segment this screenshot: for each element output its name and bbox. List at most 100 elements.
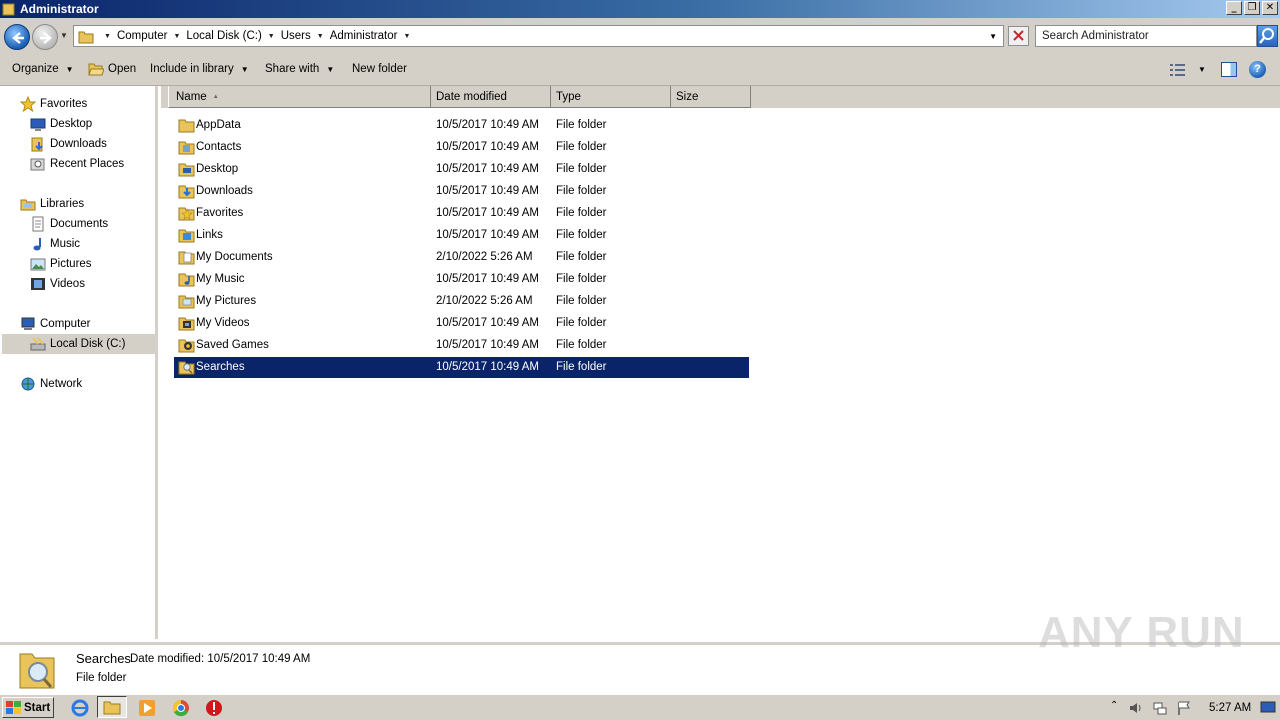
- clock[interactable]: 5:27 AM: [1209, 702, 1251, 714]
- nav-network[interactable]: Network: [20, 374, 82, 394]
- nav-downloads-label: Downloads: [50, 138, 107, 150]
- file-name: Links: [196, 229, 223, 241]
- explorer-taskbar-button[interactable]: [97, 696, 127, 718]
- nav-documents[interactable]: Documents: [30, 214, 108, 234]
- stop-sign-icon[interactable]: [204, 698, 224, 718]
- search-input[interactable]: Search Administrator: [1035, 25, 1257, 47]
- file-date-modified: 10/5/2017 10:49 AM: [436, 339, 539, 351]
- file-row[interactable]: Downloads 10/5/2017 10:49 AM File folder: [174, 181, 749, 202]
- file-row[interactable]: My Videos 10/5/2017 10:49 AM File folder: [174, 313, 749, 334]
- breadcrumb-chevron-icon[interactable]: ▼: [104, 33, 111, 40]
- watermark-logo: ANY RUN: [1038, 608, 1245, 657]
- nav-music[interactable]: Music: [30, 234, 80, 254]
- nav-videos-label: Videos: [50, 278, 85, 290]
- nav-recent-places[interactable]: Recent Places: [30, 154, 124, 174]
- nav-network-label: Network: [40, 378, 83, 390]
- file-type: File folder: [556, 295, 607, 307]
- breadcrumb-local-disk[interactable]: Local Disk (C:): [186, 30, 261, 42]
- show-hidden-icons-icon[interactable]: ⌃: [1110, 700, 1118, 711]
- file-name: My Videos: [196, 317, 250, 329]
- nav-favorites[interactable]: Favorites: [20, 94, 87, 114]
- file-row[interactable]: Saved Games 10/5/2017 10:49 AM File folder: [174, 335, 749, 356]
- file-row[interactable]: Contacts 10/5/2017 10:49 AM File folder: [174, 137, 749, 158]
- file-type: File folder: [556, 273, 607, 285]
- file-row[interactable]: My Documents 2/10/2022 5:26 AM File folder: [174, 247, 749, 268]
- nav-local-disk[interactable]: Local Disk (C:): [2, 334, 156, 354]
- folder-icon: [103, 701, 121, 715]
- breadcrumb-computer[interactable]: Computer: [117, 30, 168, 42]
- file-row[interactable]: My Pictures 2/10/2022 5:26 AM File folder: [174, 291, 749, 312]
- nav-videos[interactable]: Videos: [30, 274, 85, 294]
- volume-icon[interactable]: [1128, 700, 1144, 716]
- search-button[interactable]: [1257, 25, 1278, 47]
- nav-desktop[interactable]: Desktop: [30, 114, 92, 134]
- file-row[interactable]: Desktop 10/5/2017 10:49 AM File folder: [174, 159, 749, 180]
- share-with-button[interactable]: Share with ▼: [265, 63, 334, 75]
- address-row: ▼ ▼ Computer ▼ Local Disk (C:) ▼ Users ▼…: [0, 18, 1280, 54]
- new-folder-label: New folder: [352, 63, 407, 75]
- show-desktop-icon[interactable]: [1260, 701, 1276, 715]
- start-button[interactable]: Start: [2, 697, 54, 718]
- chevron-down-icon: ▼: [240, 64, 249, 74]
- saved-games-folder-icon: [178, 339, 195, 353]
- address-bar[interactable]: ▼ Computer ▼ Local Disk (C:) ▼ Users ▼ A…: [73, 25, 1004, 47]
- hard-drive-icon: [30, 337, 46, 351]
- breadcrumb-administrator[interactable]: Administrator: [330, 30, 398, 42]
- details-date-modified: Date modified: 10/5/2017 10:49 AM: [130, 653, 310, 665]
- file-row[interactable]: My Music 10/5/2017 10:49 AM File folder: [174, 269, 749, 290]
- column-type[interactable]: Type: [551, 86, 671, 108]
- nav-computer[interactable]: Computer: [20, 314, 91, 334]
- network-tray-icon[interactable]: [1152, 700, 1168, 716]
- nav-pictures[interactable]: Pictures: [30, 254, 92, 274]
- chevron-down-icon: ▼: [65, 64, 74, 74]
- documents-icon: [32, 216, 44, 232]
- nav-libraries[interactable]: Libraries: [20, 194, 84, 214]
- views-icon[interactable]: [1170, 63, 1186, 77]
- restore-button[interactable]: ❐: [1244, 1, 1260, 15]
- back-button[interactable]: [4, 24, 30, 50]
- media-player-icon[interactable]: [137, 698, 157, 718]
- nav-downloads[interactable]: Downloads: [30, 134, 107, 154]
- file-date-modified: 10/5/2017 10:49 AM: [436, 141, 539, 153]
- nav-computer-label: Computer: [40, 318, 91, 330]
- file-date-modified: 10/5/2017 10:49 AM: [436, 163, 539, 175]
- include-in-library-button[interactable]: Include in library ▼: [150, 63, 249, 75]
- chrome-icon[interactable]: [171, 698, 191, 718]
- file-name: Desktop: [196, 163, 239, 175]
- breadcrumb-chevron-icon[interactable]: ▼: [173, 33, 180, 40]
- address-history-dropdown[interactable]: ▼: [989, 32, 997, 41]
- breadcrumb-users[interactable]: Users: [281, 30, 311, 42]
- stop-button[interactable]: [1008, 26, 1029, 46]
- breadcrumb-chevron-icon[interactable]: ▼: [317, 33, 324, 40]
- new-folder-button[interactable]: New folder: [352, 63, 407, 75]
- internet-explorer-icon[interactable]: [70, 698, 90, 718]
- action-center-flag-icon[interactable]: [1176, 700, 1192, 716]
- file-row[interactable]: Searches 10/5/2017 10:49 AM File folder: [174, 357, 749, 378]
- search-icon: [1259, 28, 1274, 44]
- column-size[interactable]: Size: [671, 86, 751, 108]
- column-name[interactable]: Name ▲: [168, 86, 431, 108]
- searches-folder-icon: [19, 653, 55, 689]
- windows-logo-icon: [6, 701, 21, 714]
- file-row[interactable]: Links 10/5/2017 10:49 AM File folder: [174, 225, 749, 246]
- file-date-modified: 10/5/2017 10:49 AM: [436, 119, 539, 131]
- close-icon: [1013, 30, 1024, 41]
- close-button[interactable]: ✕: [1262, 1, 1278, 15]
- views-dropdown-icon[interactable]: ▼: [1198, 65, 1206, 74]
- open-button[interactable]: Open: [88, 62, 136, 76]
- file-row[interactable]: AppData 10/5/2017 10:49 AM File folder: [174, 115, 749, 136]
- file-row[interactable]: Favorites 10/5/2017 10:49 AM File folder: [174, 203, 749, 224]
- organize-button[interactable]: Organize ▼: [12, 63, 74, 75]
- navigation-pane: Favorites Desktop Downloads Recent Place…: [0, 86, 158, 639]
- preview-pane-icon[interactable]: [1221, 62, 1237, 77]
- breadcrumb-chevron-icon[interactable]: ▼: [268, 33, 275, 40]
- forward-button[interactable]: [32, 24, 58, 50]
- recent-pages-dropdown[interactable]: ▼: [60, 31, 68, 40]
- breadcrumb-chevron-icon[interactable]: ▼: [403, 33, 410, 40]
- minimize-button[interactable]: _: [1226, 1, 1242, 15]
- column-date-modified[interactable]: Date modified: [431, 86, 551, 108]
- recent-places-icon: [30, 158, 45, 171]
- title-bar: Administrator _ ❐ ✕: [0, 0, 1280, 18]
- help-icon[interactable]: ?: [1249, 61, 1266, 78]
- file-name: My Music: [196, 273, 245, 285]
